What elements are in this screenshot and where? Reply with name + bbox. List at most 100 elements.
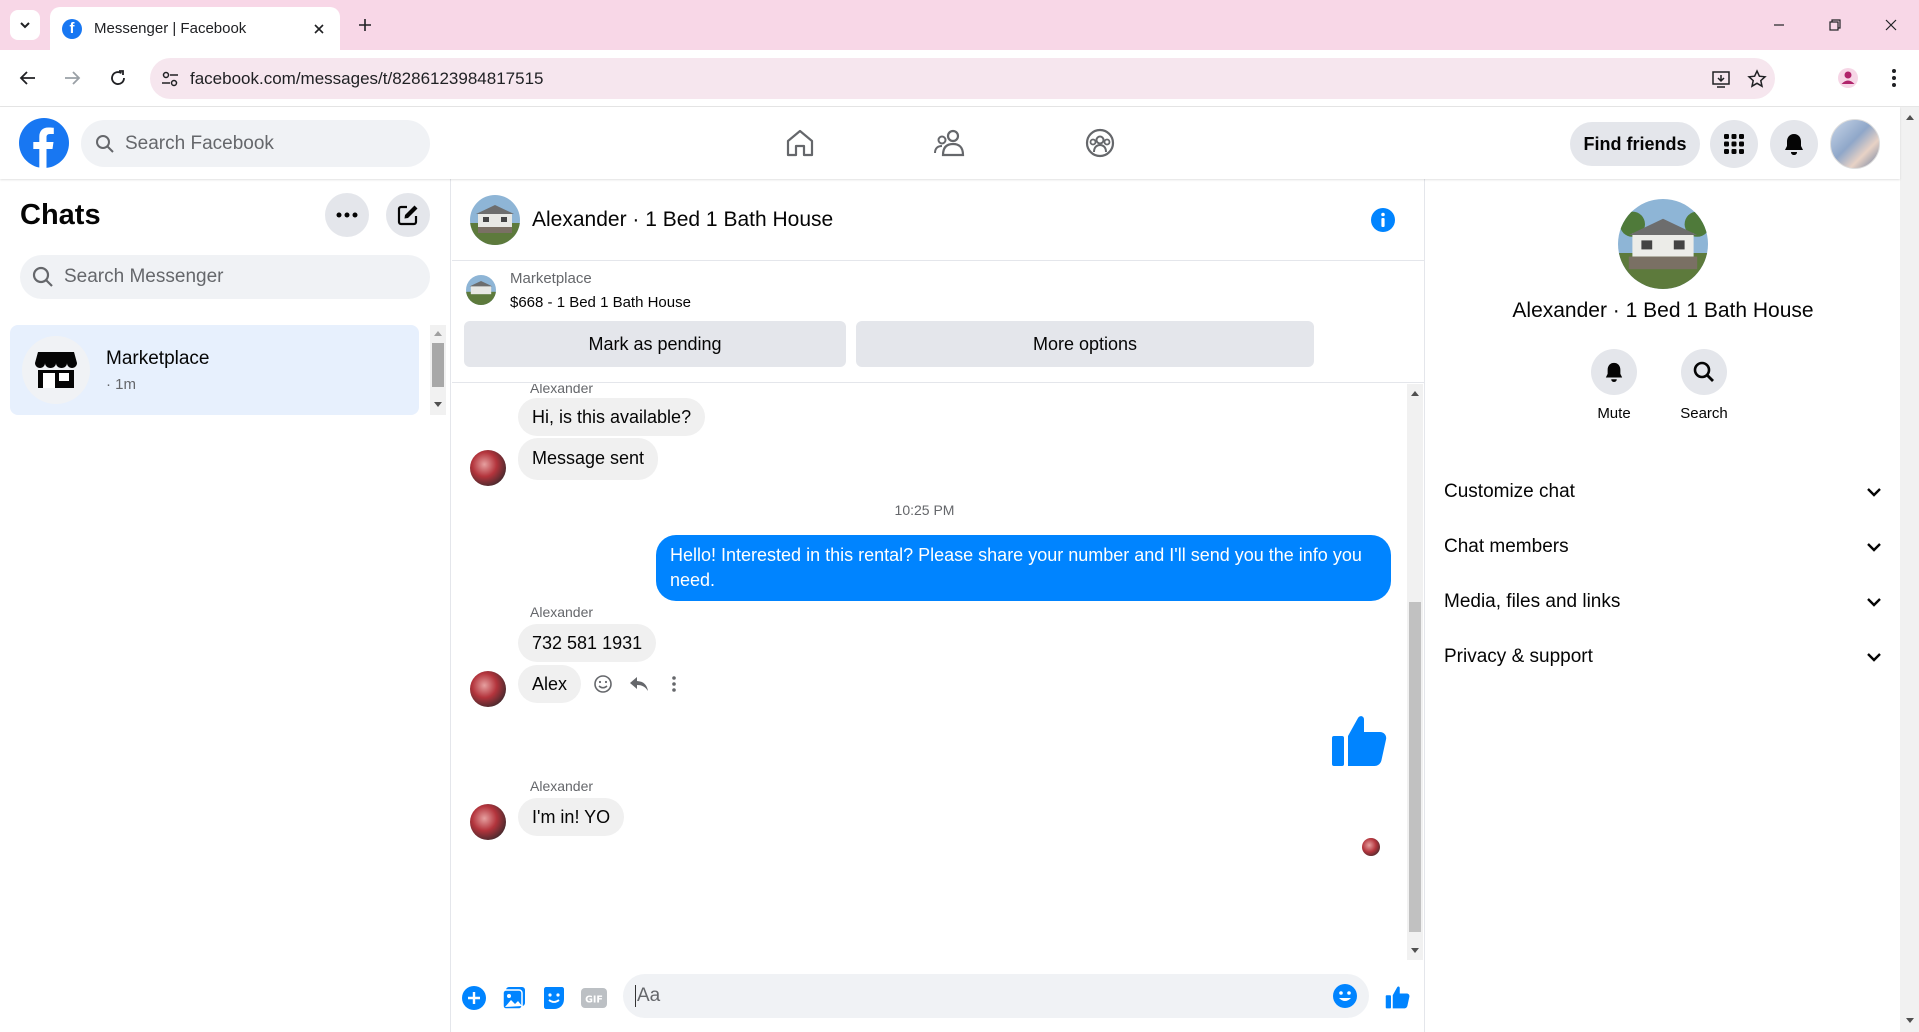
close-window-icon[interactable] [1863, 0, 1919, 50]
chevron-down-icon [1867, 653, 1881, 662]
sender-avatar[interactable] [470, 804, 506, 840]
sender-avatar[interactable] [470, 671, 506, 707]
sender-avatar[interactable] [470, 450, 506, 486]
bookmark-star-icon[interactable] [1739, 68, 1775, 89]
accordion-media-files-links[interactable]: Media, files and links [1444, 580, 1882, 624]
message-bubble-incoming[interactable]: Alex [518, 665, 582, 703]
install-app-icon[interactable] [1703, 69, 1739, 89]
message-bubble-incoming[interactable]: Message sent [518, 438, 659, 480]
address-bar[interactable]: facebook.com/messages/t/8286123984817515 [150, 58, 1775, 99]
message-bubble-outgoing[interactable]: Hello! Interested in this rental? Please… [656, 535, 1391, 601]
browser-tabstrip: f Messenger | Facebook [0, 0, 1919, 50]
window-controls [1751, 0, 1919, 50]
chat-list-item-time: · 1m [106, 375, 136, 393]
message-bubble-incoming[interactable]: I'm in! YO [518, 798, 625, 836]
minimize-icon[interactable] [1751, 0, 1807, 50]
marketplace-store-icon [22, 336, 90, 404]
thumbs-up-sticker-icon[interactable] [1328, 708, 1392, 772]
scroll-down-arrow-icon[interactable] [1905, 1017, 1915, 1025]
new-message-icon[interactable] [386, 193, 430, 237]
find-friends-button[interactable]: Find friends [1570, 122, 1700, 166]
notifications-bell-icon[interactable] [1770, 120, 1818, 168]
mute-bell-icon[interactable] [1591, 349, 1637, 395]
search-in-conversation-button[interactable]: Search [1664, 349, 1744, 422]
listing-profile-image[interactable] [1618, 199, 1708, 289]
mark-as-pending-button[interactable]: Mark as pending [464, 321, 846, 367]
read-receipt-avatar [1362, 838, 1380, 856]
emoji-picker-icon[interactable] [1331, 982, 1359, 1010]
reply-icon[interactable] [626, 671, 652, 697]
messages-scrollbar[interactable] [1407, 384, 1423, 960]
attach-photo-icon[interactable] [500, 984, 528, 1012]
add-attachment-plus-icon[interactable] [460, 984, 488, 1012]
accordion-label: Chat members [1444, 536, 1569, 557]
profile-icon[interactable] [1834, 64, 1862, 92]
tab-close-icon[interactable] [310, 20, 328, 38]
groups-icon[interactable] [1080, 123, 1120, 163]
send-like-thumb-icon[interactable] [1382, 981, 1414, 1013]
listing-thumbnail[interactable] [470, 194, 520, 245]
chat-list-item-name: Marketplace [106, 347, 210, 369]
listing-price-title[interactable]: $668 - 1 Bed 1 Bath House [510, 294, 691, 311]
home-icon[interactable] [780, 123, 820, 163]
message-composer: GIF Aa [452, 960, 1425, 1032]
facebook-search-input[interactable]: Search Facebook [81, 120, 430, 167]
scroll-up-arrow-icon[interactable] [1905, 113, 1915, 121]
chevron-down-icon [20, 22, 30, 29]
sticker-icon[interactable] [540, 984, 568, 1012]
browser-menu-icon[interactable] [1880, 64, 1908, 92]
accordion-chat-members[interactable]: Chat members [1444, 525, 1882, 569]
search-label: Search [1680, 405, 1728, 422]
messenger-search-placeholder: Search Messenger [64, 266, 224, 287]
account-avatar[interactable] [1830, 119, 1880, 169]
reload-icon[interactable] [104, 64, 132, 92]
scroll-up-arrow-icon[interactable] [433, 329, 443, 337]
details-title: Alexander · 1 Bed 1 Bath House [1512, 299, 1814, 322]
facebook-header: Search Facebook Find friends [0, 107, 1900, 179]
conversation-details-panel: Alexander · 1 Bed 1 Bath House Mute Sear… [1426, 179, 1900, 1032]
chevron-down-icon [1867, 488, 1881, 497]
mute-button[interactable]: Mute [1574, 349, 1654, 422]
conversation-panel: Alexander · 1 Bed 1 Bath House Marketpla… [452, 179, 1425, 1032]
search-icon[interactable] [1681, 349, 1727, 395]
page-scrollbar[interactable] [1900, 107, 1919, 1032]
conversation-info-icon[interactable] [1369, 206, 1397, 234]
more-options-button[interactable]: More options [856, 321, 1314, 367]
site-info-icon[interactable] [150, 69, 190, 89]
chats-scrollbar-thumb[interactable] [432, 343, 444, 387]
accordion-label: Customize chat [1444, 481, 1575, 502]
chats-title: Chats [20, 199, 101, 231]
accordion-label: Privacy & support [1444, 646, 1593, 667]
new-tab-icon[interactable] [352, 12, 378, 38]
menu-grid-icon[interactable] [1710, 120, 1758, 168]
accordion-privacy-support[interactable]: Privacy & support [1444, 635, 1882, 679]
browser-tab-active[interactable]: f Messenger | Facebook [50, 7, 340, 50]
messenger-search-input[interactable]: Search Messenger [20, 255, 430, 299]
chevron-down-icon [1867, 543, 1881, 552]
gif-icon[interactable]: GIF [580, 984, 608, 1012]
svg-text:GIF: GIF [585, 995, 603, 1006]
accordion-customize-chat[interactable]: Customize chat [1444, 470, 1882, 514]
chat-list-item-marketplace[interactable]: Marketplace · 1m [10, 325, 419, 415]
conversation-title[interactable]: Alexander · 1 Bed 1 Bath House [532, 208, 833, 232]
restore-icon[interactable] [1807, 0, 1863, 50]
message-bubble-incoming[interactable]: Hi, is this available? [518, 398, 706, 436]
messages-scrollbar-thumb[interactable] [1409, 602, 1421, 932]
more-actions-icon[interactable] [661, 671, 687, 697]
scroll-down-arrow-icon[interactable] [433, 401, 443, 409]
accordion-label: Media, files and links [1444, 591, 1621, 612]
facebook-logo-icon[interactable] [19, 118, 69, 168]
friends-icon[interactable] [930, 123, 970, 163]
chats-options-icon[interactable] [325, 193, 369, 237]
tab-search-button[interactable] [10, 10, 40, 40]
marketplace-label: Marketplace [510, 270, 592, 287]
scroll-up-arrow-icon[interactable] [1410, 388, 1420, 398]
message-input[interactable]: Aa [623, 974, 1369, 1018]
message-bubble-incoming[interactable]: 732 581 1931 [518, 624, 657, 662]
listing-small-thumbnail[interactable] [466, 275, 496, 305]
scroll-down-arrow-icon[interactable] [1410, 946, 1420, 956]
react-emoji-icon[interactable] [590, 671, 616, 697]
chats-scrollbar[interactable] [430, 325, 446, 415]
back-arrow-icon[interactable] [14, 64, 42, 92]
forward-arrow-icon[interactable] [58, 64, 86, 92]
